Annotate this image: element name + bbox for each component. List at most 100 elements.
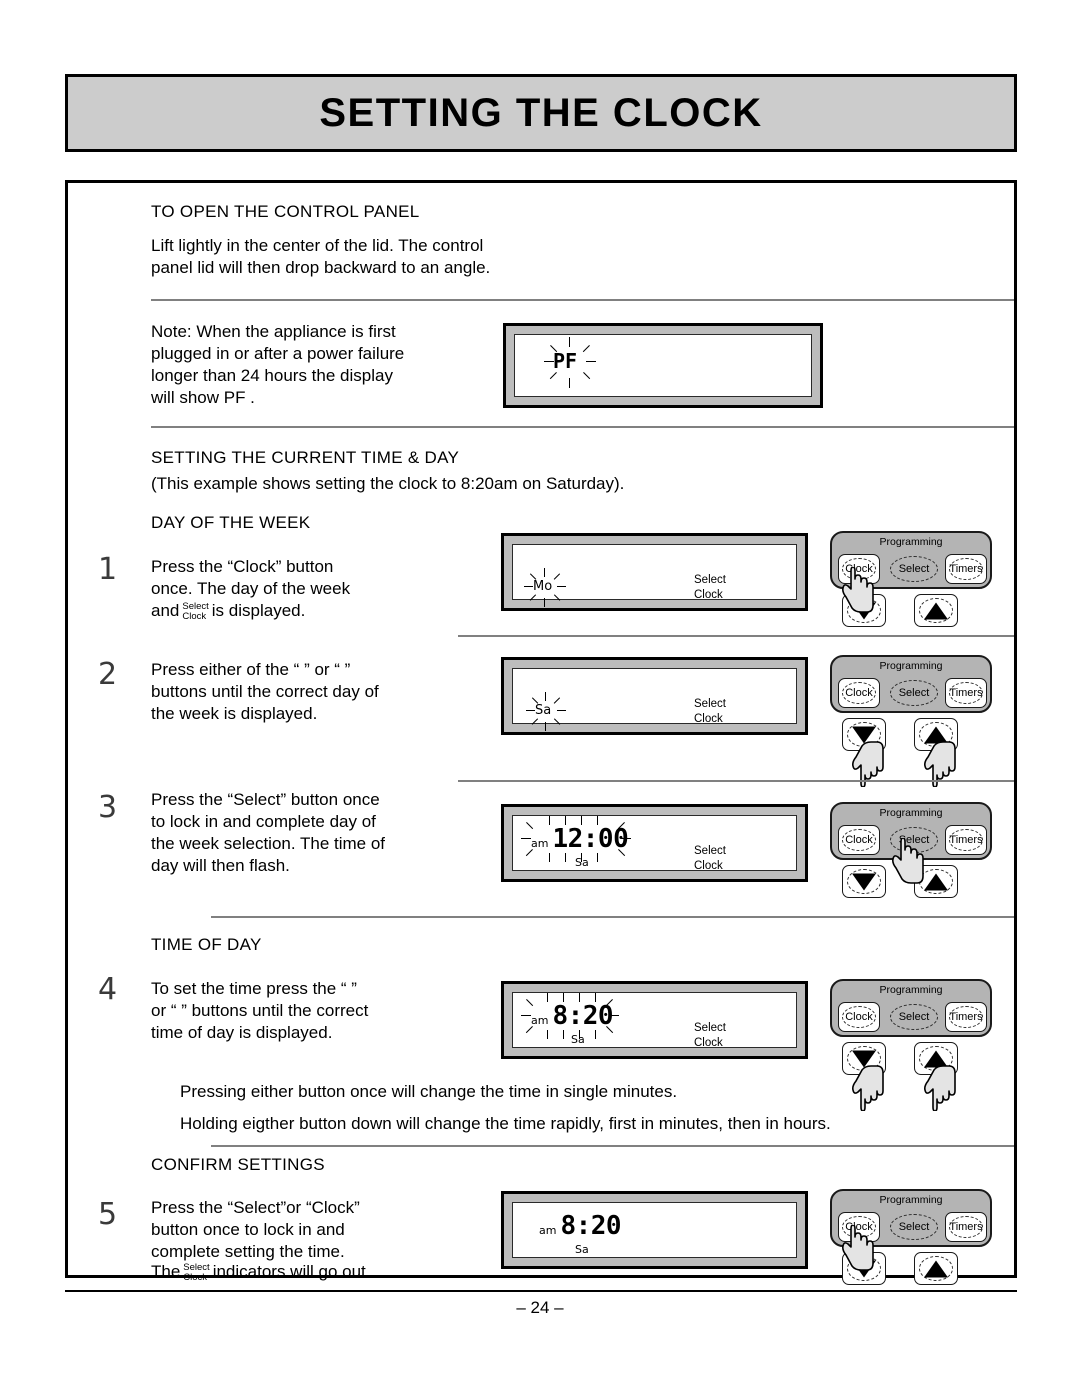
up-arrow-button-step-5[interactable] [914, 1252, 958, 1285]
lcd-screen-step-1: Mo Select Clock [512, 544, 797, 607]
up-arrow-button-step-2[interactable] [914, 718, 958, 751]
divider-3 [458, 635, 1014, 637]
programming-label-step-5: Programming [879, 1194, 943, 1206]
lcd-screen-step-2: Sa Select Clock [512, 668, 797, 731]
lcd-indicators-step-4: Select Clock [694, 1021, 726, 1051]
programming-label-step-1: Programming [879, 536, 943, 548]
down-arrow-button-step-2[interactable] [842, 718, 886, 751]
lcd-indicator-clock-step-1: Clock [694, 589, 723, 601]
lcd-time-step-5: 8:20 [560, 1211, 622, 1241]
timers-button-step-5[interactable]: Timers [945, 1212, 987, 1242]
indicator-marker-select-clock: Select Clock [182, 601, 208, 623]
down-arrow-button-step-4[interactable] [842, 1042, 886, 1075]
lcd-time-group-step-4: am 8:20 [531, 1001, 614, 1031]
step-number-3: 3 [98, 790, 118, 825]
select-button-label-step-5: Select [898, 1221, 930, 1233]
down-arrow-button-step-1[interactable] [842, 594, 886, 627]
lcd-day-step-5: Sa [575, 1243, 589, 1256]
step-2-line-2: buttons until the correct day of [151, 682, 379, 701]
step-number-4: 4 [98, 972, 118, 1007]
lcd-indicator-select-step-2: Select [694, 698, 726, 710]
open-panel-line-2: panel lid will then drop backward to an … [151, 258, 491, 277]
control-panel-step-5: Programming Clock Select Timers [830, 1189, 992, 1285]
programming-group-step-1: Programming Clock Select Timers [830, 531, 992, 589]
clock-button-step-1[interactable]: Clock [838, 554, 880, 584]
select-button-step-4[interactable]: Select [890, 1002, 938, 1032]
step-1-line-3-before: and [151, 601, 180, 620]
timers-button-label-step-2: Timers [949, 687, 983, 699]
up-arrow-button-step-1[interactable] [914, 594, 958, 627]
note-line-3: longer than 24 hours the display [151, 366, 393, 385]
note-line-2: plugged in or after a power failure [151, 344, 405, 363]
time-of-day-note-2: Holding eigther button down will change … [180, 1114, 831, 1133]
lcd-display-pf: PF [503, 323, 823, 408]
lcd-screen-step-4: am 8:20 Sa Select Clock [512, 992, 797, 1051]
timers-button-label-step-1: Timers [949, 563, 983, 575]
timers-button-step-1[interactable]: Timers [945, 554, 987, 584]
lcd-display-step-1: Mo Select Clock [501, 533, 808, 611]
up-arrow-icon [924, 726, 948, 743]
step-4-line-3: time of day is displayed. [151, 1023, 333, 1042]
down-arrow-button-step-3[interactable] [842, 865, 886, 898]
select-button-step-5[interactable]: Select [890, 1212, 938, 1242]
select-button-label-step-4: Select [898, 1011, 930, 1023]
select-button-step-3[interactable]: Select [890, 825, 938, 855]
manual-page: SETTING THE CLOCK TO OPEN THE CONTROL PA… [0, 0, 1080, 1397]
select-button-label-step-3: Select [898, 834, 930, 846]
lcd-indicator-select-step-1: Select [694, 574, 726, 586]
lcd-day-step-1: Mo [533, 579, 553, 594]
select-button-step-2[interactable]: Select [890, 678, 938, 708]
step-3-line-4: day will then flash. [151, 856, 290, 875]
step-4-line-1: To set the time press the “ ” [151, 979, 357, 998]
page-title-banner: SETTING THE CLOCK [65, 74, 1017, 152]
up-arrow-icon [924, 1260, 948, 1277]
lcd-display-step-5: am 8:20 Sa [501, 1191, 808, 1269]
lcd-display-step-2: Sa Select Clock [501, 657, 808, 735]
clock-button-label-step-4: Clock [845, 1011, 873, 1023]
lcd-pf-text: PF [553, 349, 578, 373]
indicator-marker-bottom: Clock [182, 611, 207, 622]
timers-button-label-step-5: Timers [949, 1221, 983, 1233]
timers-button-step-2[interactable]: Timers [945, 678, 987, 708]
down-arrow-button-step-5[interactable] [842, 1252, 886, 1285]
step-number-5: 5 [98, 1197, 118, 1232]
programming-label-step-4: Programming [879, 984, 943, 996]
clock-button-step-3[interactable]: Clock [838, 825, 880, 855]
step-5-line-4-after: indicators will go out. [212, 1262, 371, 1281]
clock-button-step-4[interactable]: Clock [838, 1002, 880, 1032]
down-arrow-icon [852, 1260, 876, 1277]
step-5-line-1: Press the “Select”or “Clock” [151, 1198, 360, 1217]
up-arrow-icon [924, 602, 948, 619]
timers-button-step-3[interactable]: Timers [945, 825, 987, 855]
select-button-label-step-1: Select [898, 563, 930, 575]
step-4-line-2: or “ ” buttons until the correct [151, 1001, 369, 1020]
divider-6 [211, 1145, 1014, 1147]
programming-group-step-5: Programming Clock Select Timers [830, 1189, 992, 1247]
step-1-line-3: and Select Clock is displayed. [151, 600, 305, 623]
step-5-line-4: The Select Clock indicators will go out. [151, 1261, 371, 1284]
control-panel-step-4: Programming Clock Select Timers [830, 979, 992, 1111]
indicator-marker-bottom-2: Clock [183, 1272, 208, 1283]
clock-button-step-5[interactable]: Clock [838, 1212, 880, 1242]
section-heading-day-of-week: DAY OF THE WEEK [151, 513, 311, 532]
programming-group-step-2: Programming Clock Select Timers [830, 655, 992, 713]
select-button-step-1[interactable]: Select [890, 554, 938, 584]
control-panel-step-3: Programming Clock Select Timers [830, 802, 992, 898]
lcd-display-step-3: am 12:00 Sa Select Clock [501, 804, 808, 882]
lcd-am-step-5: am [539, 1224, 557, 1237]
timers-button-step-4[interactable]: Timers [945, 1002, 987, 1032]
step-1-line-1: Press the “Clock” button [151, 557, 334, 576]
step-3-line-1: Press the “Select” button once [151, 790, 380, 809]
lcd-indicator-clock-step-2: Clock [694, 713, 723, 725]
down-arrow-icon [852, 873, 876, 890]
step-2-line-3: the week is displayed. [151, 704, 318, 723]
page-title: SETTING THE CLOCK [319, 90, 763, 135]
lcd-indicator-select-step-4: Select [694, 1022, 726, 1034]
up-arrow-button-step-4[interactable] [914, 1042, 958, 1075]
lcd-time-step-3: 12:00 [552, 824, 629, 854]
clock-button-step-2[interactable]: Clock [838, 678, 880, 708]
up-arrow-icon [924, 1050, 948, 1067]
up-arrow-button-step-3[interactable] [914, 865, 958, 898]
clock-button-label-step-1: Clock [845, 563, 873, 575]
programming-group-step-4: Programming Clock Select Timers [830, 979, 992, 1037]
